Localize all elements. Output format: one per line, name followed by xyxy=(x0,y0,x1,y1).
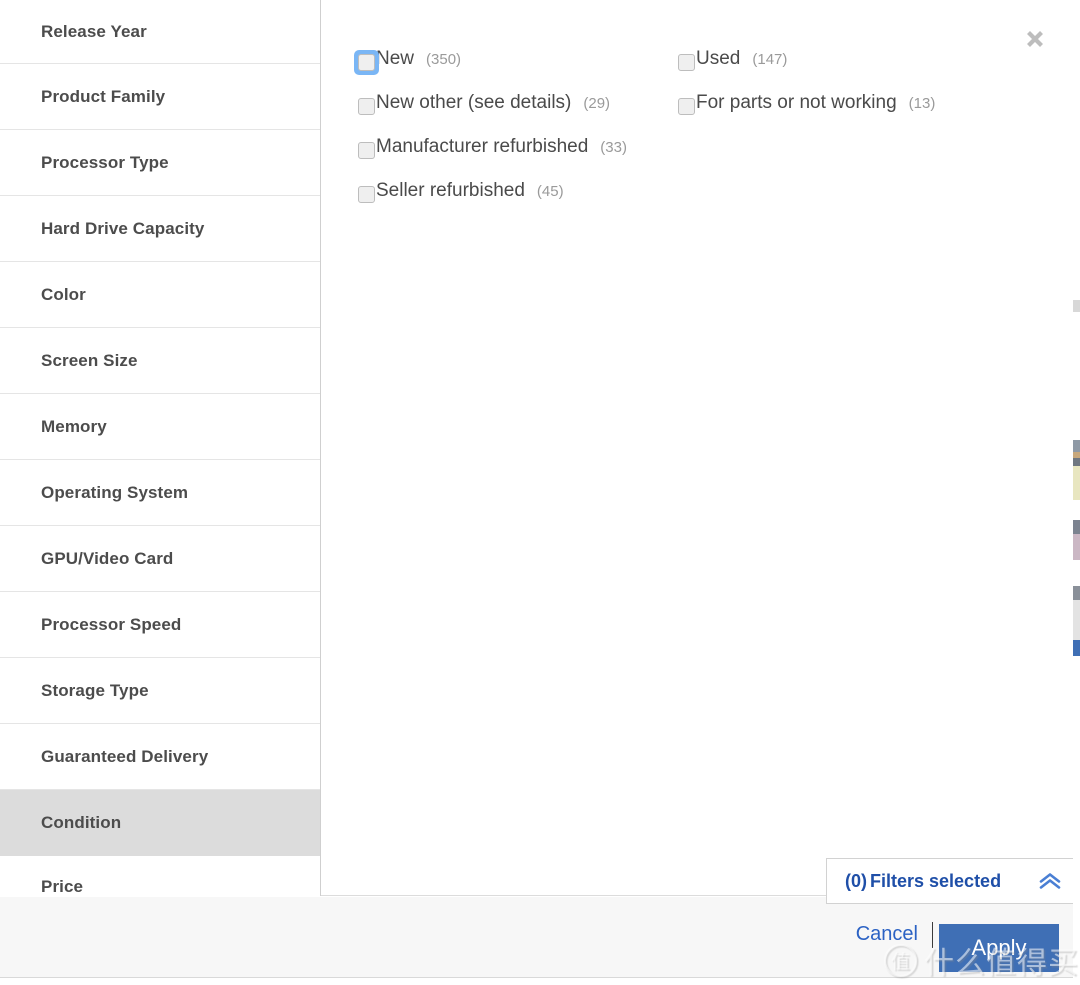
options-column-left: New (350) New other (see details) (29) Manuf… xyxy=(354,48,678,224)
sidebar-item-storage-type[interactable]: Storage Type xyxy=(0,658,320,724)
sidebar-item-gpu-video-card[interactable]: GPU/Video Card xyxy=(0,526,320,592)
sidebar-item-condition[interactable]: Condition xyxy=(0,790,320,856)
background-page-sliver xyxy=(1073,0,1080,985)
sidebar-item-label: Guaranteed Delivery xyxy=(41,746,209,766)
condition-option-row[interactable]: Manufacturer refurbished (33) xyxy=(358,136,678,180)
sidebar-item-label: Storage Type xyxy=(41,680,149,700)
sidebar-item-processor-speed[interactable]: Processor Speed xyxy=(0,592,320,658)
options-column-right: Used (147) For parts or not working (13) xyxy=(678,48,1018,224)
sidebar-item-label: Memory xyxy=(41,416,107,436)
condition-option-row[interactable]: New (350) xyxy=(354,48,678,92)
checkbox-box-icon[interactable] xyxy=(358,98,375,115)
sidebar-item-label: Operating System xyxy=(41,482,189,502)
modal-footer: Cancel Apply xyxy=(0,897,1073,977)
condition-options-grid: New (350) New other (see details) (29) Manuf… xyxy=(354,48,1058,224)
option-label: New other (see details) xyxy=(376,92,572,113)
sidebar-item-hard-drive-capacity[interactable]: Hard Drive Capacity xyxy=(0,196,320,262)
option-label: For parts or not working xyxy=(696,92,897,113)
sidebar-item-product-family[interactable]: Product Family xyxy=(0,64,320,130)
sidebar-item-label: Color xyxy=(41,284,86,304)
aspect-sidebar[interactable]: Release Year Product Family Processor Type… xyxy=(0,0,321,896)
sidebar-item-label: GPU/Video Card xyxy=(41,548,174,568)
checkbox-new[interactable] xyxy=(354,50,379,75)
condition-option-row[interactable]: Seller refurbished (45) xyxy=(358,180,678,224)
filter-options-pane: New (350) New other (see details) (29) Manuf… xyxy=(321,0,1073,896)
double-chevron-up-icon[interactable] xyxy=(1039,872,1061,890)
sidebar-item-color[interactable]: Color xyxy=(0,262,320,328)
option-label: Manufacturer refurbished xyxy=(376,136,589,157)
sidebar-item-label: Hard Drive Capacity xyxy=(41,218,205,238)
checkbox-used[interactable] xyxy=(678,54,695,71)
filters-selected-count: (0) xyxy=(845,870,867,891)
sidebar-item-label: Release Year xyxy=(41,21,147,41)
option-label: Used xyxy=(696,48,741,69)
sidebar-item-label: Processor Type xyxy=(41,152,169,172)
sidebar-item-guaranteed-delivery[interactable]: Guaranteed Delivery xyxy=(0,724,320,790)
option-count: (147) xyxy=(752,51,788,68)
option-count: (350) xyxy=(426,51,462,68)
filters-selected-label: Filters selected xyxy=(870,870,1002,891)
sidebar-item-processor-type[interactable]: Processor Type xyxy=(0,130,320,196)
checkbox-box-icon[interactable] xyxy=(358,142,375,159)
filters-selected-bar[interactable]: (0) Filters selected xyxy=(826,858,1073,904)
checkbox-box-icon[interactable] xyxy=(678,54,695,71)
condition-option-row[interactable]: For parts or not working (13) xyxy=(678,92,1018,136)
sidebar-item-label: Product Family xyxy=(41,86,166,106)
sidebar-item-release-year[interactable]: Release Year xyxy=(0,0,320,64)
checkbox-box-icon[interactable] xyxy=(678,98,695,115)
apply-button[interactable]: Apply xyxy=(939,924,1059,972)
option-count: (33) xyxy=(600,139,627,156)
condition-option-row[interactable]: Used (147) xyxy=(678,48,1018,92)
checkbox-for-parts-or-not-working[interactable] xyxy=(678,98,695,115)
option-count: (45) xyxy=(536,183,564,200)
cancel-button[interactable]: Cancel xyxy=(856,923,918,948)
sidebar-item-label: Processor Speed xyxy=(41,614,182,634)
action-separator xyxy=(932,922,933,948)
option-count: (29) xyxy=(583,95,611,112)
footer-actions: Cancel Apply xyxy=(856,911,1065,972)
sidebar-item-label: Condition xyxy=(41,812,122,832)
sidebar-item-operating-system[interactable]: Operating System xyxy=(0,460,320,526)
sidebar-item-price[interactable]: Price xyxy=(0,856,320,896)
condition-option-row[interactable]: New other (see details) (29) xyxy=(358,92,678,136)
sidebar-item-memory[interactable]: Memory xyxy=(0,394,320,460)
option-count: (13) xyxy=(908,95,936,112)
checkbox-new-other-see-details[interactable] xyxy=(358,98,375,115)
sidebar-item-screen-size[interactable]: Screen Size xyxy=(0,328,320,394)
checkbox-box-icon[interactable] xyxy=(358,186,375,203)
option-label: Seller refurbished xyxy=(376,180,525,201)
sidebar-item-label: Price xyxy=(41,877,84,896)
checkbox-box-icon[interactable] xyxy=(358,54,375,71)
checkbox-seller-refurbished[interactable] xyxy=(358,186,375,203)
sidebar-item-label: Screen Size xyxy=(41,350,138,370)
filter-modal: Release Year Product Family Processor Type… xyxy=(0,0,1073,978)
option-label: New xyxy=(376,48,415,69)
checkbox-manufacturer-refurbished[interactable] xyxy=(358,142,375,159)
